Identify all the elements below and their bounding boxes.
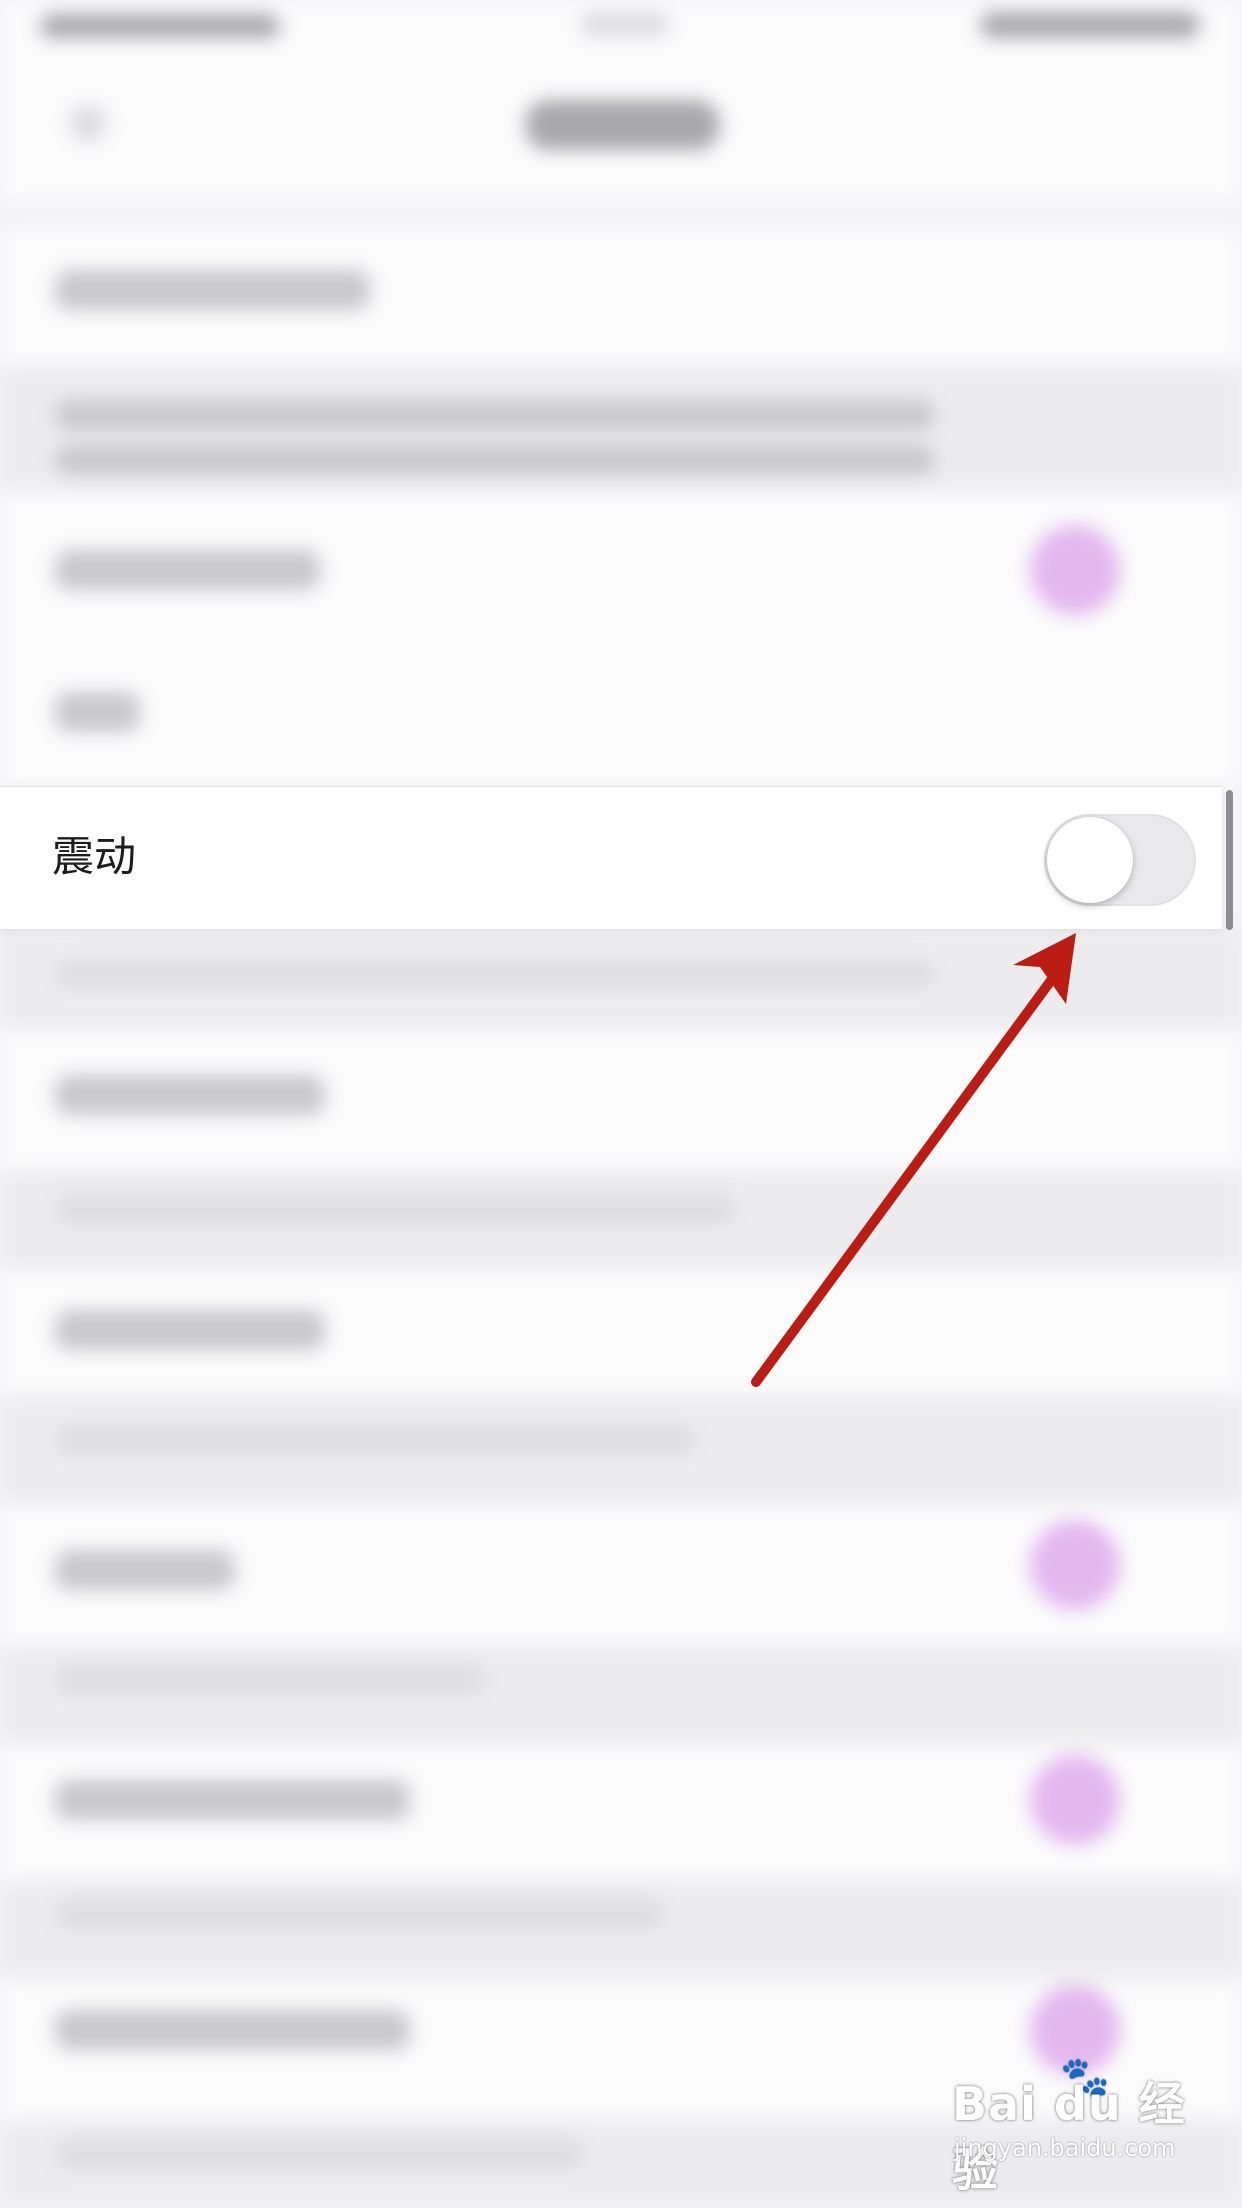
annotation-arrow-icon	[751, 933, 1076, 1387]
watermark-url: jingyan.baidu.com	[954, 2134, 1176, 2162]
baidu-jingyan-watermark: 🐾 Bai du 经验 jingyan.baidu.com	[952, 2055, 1222, 2197]
arrow-shaft	[751, 970, 1060, 1387]
